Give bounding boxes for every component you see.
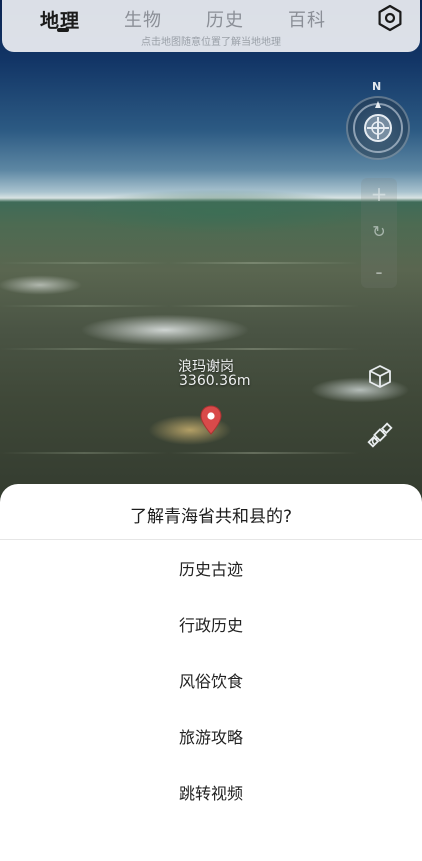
place-elevation-label: 3360.36m [179, 373, 251, 389]
map-ridge-line [0, 452, 422, 454]
map-hint-text: 点击地图随意位置了解当地地理 [141, 37, 281, 48]
compass-icon[interactable] [346, 96, 410, 160]
option-historic-sites[interactable]: 历史古迹 [0, 550, 422, 590]
satellite-icon[interactable] [365, 420, 395, 450]
tab-biology[interactable]: 生物 [124, 6, 162, 32]
top-tab-bar: 地理 生物 历史 百科 点击地图随意位置了解当地地理 [2, 0, 420, 52]
reset-view-button[interactable]: ↻ [361, 222, 397, 241]
map-pin-icon[interactable] [199, 405, 223, 435]
map-ridge-line [0, 305, 422, 307]
map-ridge-line [0, 348, 422, 350]
option-administrative-history[interactable]: 行政历史 [0, 606, 422, 646]
cube-icon[interactable] [365, 361, 395, 391]
option-jump-to-video[interactable]: 跳转视频 [0, 774, 422, 814]
compass-north-label: N [372, 80, 382, 93]
hexagon-settings-icon[interactable] [376, 4, 404, 32]
zoom-out-button[interactable]: - [361, 260, 397, 284]
tab-history[interactable]: 历史 [206, 6, 244, 32]
option-customs-food[interactable]: 风俗饮食 [0, 662, 422, 702]
tab-encyclopedia[interactable]: 百科 [288, 6, 326, 32]
option-travel-guide[interactable]: 旅游攻略 [0, 718, 422, 758]
zoom-controls: + ↻ - [361, 178, 397, 288]
map-ridge-line [0, 262, 422, 264]
bottom-sheet: 了解青海省共和县的? 历史古迹 行政历史 风俗饮食 旅游攻略 跳转视频 [0, 484, 422, 861]
sheet-title: 了解青海省共和县的? [129, 507, 293, 527]
sheet-divider [0, 539, 422, 540]
active-tab-indicator [57, 28, 69, 32]
zoom-in-button[interactable]: + [361, 182, 397, 206]
